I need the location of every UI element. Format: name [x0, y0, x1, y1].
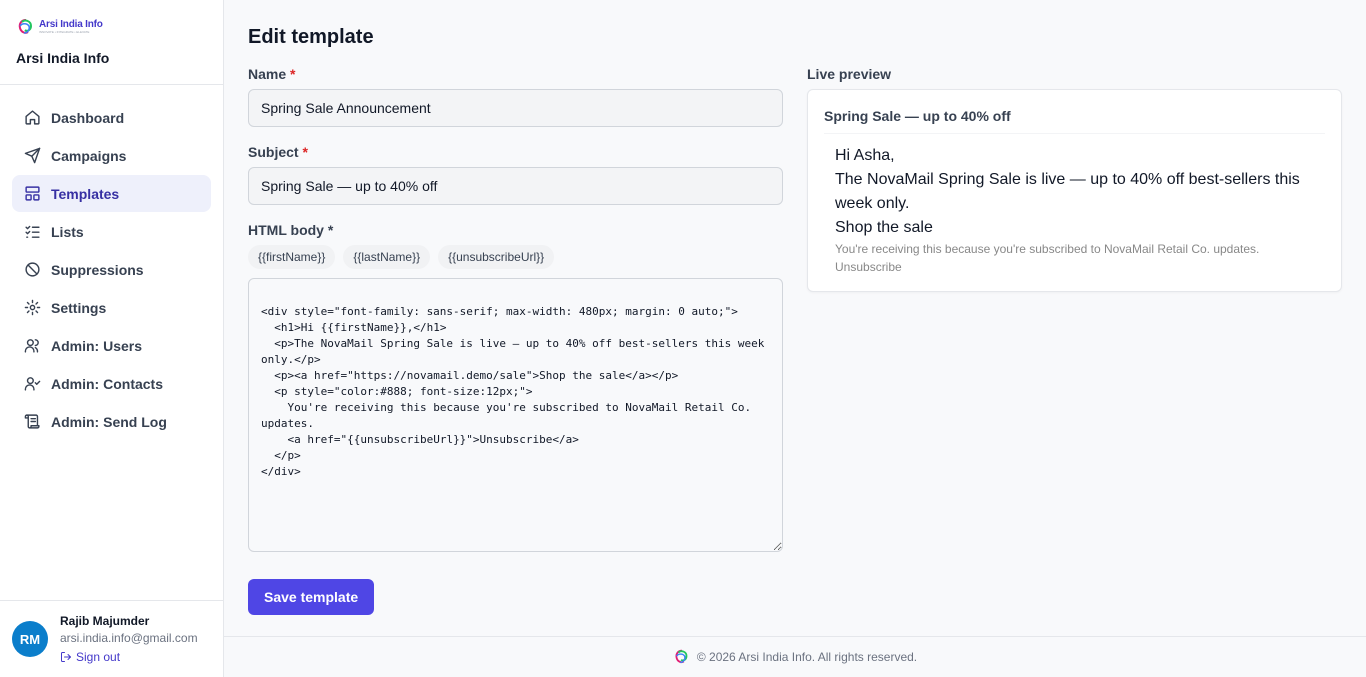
logout-icon	[61, 652, 71, 662]
sidebar-item-label: Admin: Contacts	[51, 375, 163, 392]
name-label: Name *	[248, 66, 296, 82]
preview-body: Hi Asha, The NovaMail Spring Sale is liv…	[824, 134, 1325, 276]
sidebar-item-templates[interactable]: Templates	[12, 175, 211, 212]
preview-paragraph: The NovaMail Spring Sale is live — up to…	[835, 171, 1300, 212]
sidebar-item-label: Settings	[51, 299, 107, 316]
sidebar-item-admin-contacts[interactable]: Admin: Contacts	[12, 365, 211, 402]
sidebar-item-label: Dashboard	[51, 109, 125, 126]
preview-greeting: Hi Asha,	[835, 147, 895, 164]
footer: © 2026 Arsi India Info. All rights reser…	[224, 636, 1366, 677]
main-content: Edit template Name * Subject * HTML body…	[224, 0, 1366, 636]
scroll-icon	[24, 414, 40, 429]
user-panel: RM Rajib Majumder arsi.india.info@gmail.…	[0, 600, 223, 677]
logo-tagline: INNOVATE • INTEGRATE • ELEVATE	[39, 30, 90, 34]
ban-icon	[25, 262, 40, 277]
footer-copyright: © 2026 Arsi India Info. All rights reser…	[696, 650, 918, 664]
avatar: RM	[12, 621, 48, 657]
sidebar-item-admin-users[interactable]: Admin: Users	[12, 327, 211, 364]
sidebar-item-label: Admin: Users	[51, 337, 143, 354]
sidebar-item-label: Campaigns	[51, 147, 127, 164]
name-input[interactable]	[248, 89, 783, 127]
sidebar-item-label: Lists	[51, 223, 84, 240]
sidebar: Arsi India Info INNOVATE • INTEGRATE • E…	[0, 0, 224, 677]
sidebar-item-dashboard[interactable]: Dashboard	[12, 99, 211, 136]
brand-name: Arsi India Info	[16, 50, 110, 66]
sidebar-item-lists[interactable]: Lists	[12, 213, 211, 250]
gear-icon	[24, 299, 41, 316]
html-body-label: HTML body *	[248, 222, 334, 238]
variable-chips: {{firstName}} {{lastName}} {{unsubscribe…	[248, 245, 783, 269]
user-email: arsi.india.info@gmail.com	[60, 631, 198, 645]
preview-fine-print-text: You're receiving this because you're sub…	[835, 242, 1260, 256]
sidebar-item-label: Templates	[51, 185, 120, 202]
subject-input[interactable]	[248, 167, 783, 205]
subject-label: Subject *	[248, 144, 308, 160]
sign-out-label: Sign out	[76, 650, 121, 664]
logo-text: Arsi India Info	[39, 19, 103, 30]
sidebar-item-admin-send-log[interactable]: Admin: Send Log	[12, 403, 211, 440]
sidebar-item-suppressions[interactable]: Suppressions	[12, 251, 211, 288]
preview-shop-link[interactable]: Shop the sale	[835, 216, 1314, 240]
sidebar-item-settings[interactable]: Settings	[12, 289, 211, 326]
html-body-editor[interactable]: <div style="font-family: sans-serif; max…	[248, 278, 783, 552]
home-icon	[25, 110, 40, 125]
app-root: Arsi India Info INNOVATE • INTEGRATE • E…	[0, 0, 1366, 677]
chip-first-name[interactable]: {{firstName}}	[248, 245, 336, 269]
preview-subject: Spring Sale — up to 40% off	[824, 90, 1325, 134]
chip-last-name[interactable]: {{lastName}}	[343, 245, 431, 269]
required-marker: *	[302, 144, 308, 160]
brand-header: Arsi India Info INNOVATE • INTEGRATE • E…	[0, 0, 223, 85]
list-checks-icon	[25, 225, 40, 238]
sidebar-nav: Dashboard Campaigns Templates Lists Supp…	[0, 85, 223, 600]
brand-logo[interactable]: Arsi India Info INNOVATE • INTEGRATE • E…	[16, 16, 207, 38]
main-area: Edit template Name * Subject * HTML body…	[224, 0, 1366, 677]
logo-swirl-icon	[675, 649, 688, 664]
user-name: Rajib Majumder	[60, 614, 150, 628]
live-preview-panel: Live preview Spring Sale — up to 40% off…	[807, 66, 1342, 615]
users-icon	[24, 339, 39, 353]
preview-card: Spring Sale — up to 40% off Hi Asha, The…	[807, 89, 1342, 292]
sidebar-item-campaigns[interactable]: Campaigns	[12, 137, 211, 174]
layout-icon	[25, 186, 40, 201]
required-marker: *	[290, 66, 296, 82]
sign-out-link[interactable]: Sign out	[60, 650, 198, 664]
page-title: Edit template	[248, 26, 374, 48]
logo-swirl-icon	[18, 19, 33, 34]
save-template-button[interactable]: Save template	[248, 579, 375, 615]
live-preview-label: Live preview	[807, 66, 892, 82]
chip-unsubscribe-url[interactable]: {{unsubscribeUrl}}	[438, 245, 555, 269]
send-icon	[24, 147, 41, 164]
user-check-icon	[24, 377, 41, 391]
preview-unsubscribe-link[interactable]: Unsubscribe	[835, 260, 902, 274]
sidebar-item-label: Admin: Send Log	[51, 413, 167, 430]
template-form: Name * Subject * HTML body * {{firstName…	[248, 66, 783, 615]
sidebar-item-label: Suppressions	[51, 261, 144, 278]
preview-fine-print: You're receiving this because you're sub…	[835, 240, 1314, 276]
